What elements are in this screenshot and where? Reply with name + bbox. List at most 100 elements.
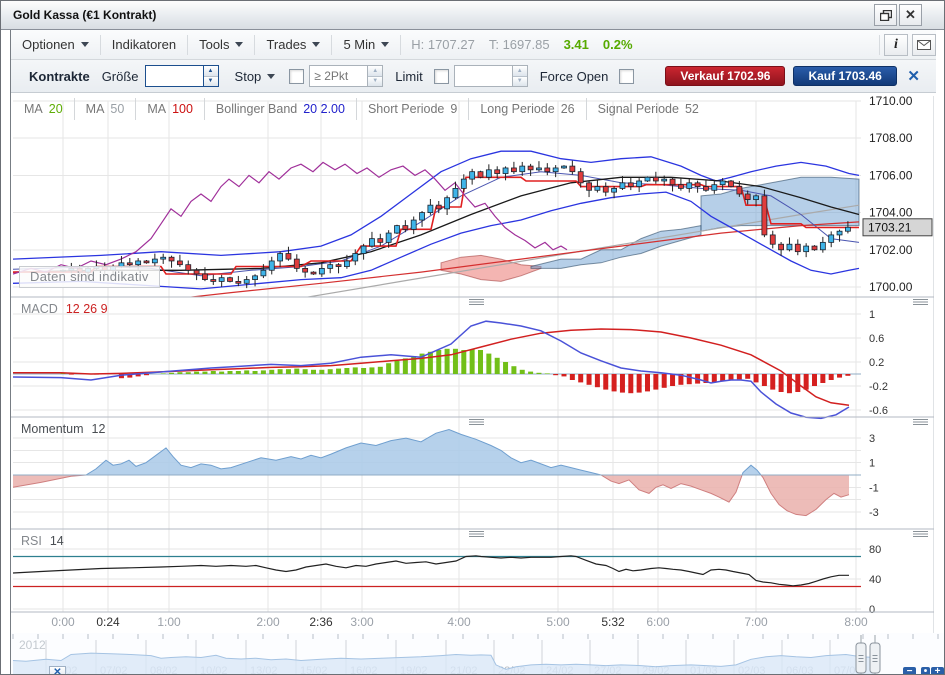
stop-stepper: ▲▼ xyxy=(309,65,383,87)
chevron-down-icon xyxy=(381,42,389,47)
info-button[interactable]: i xyxy=(884,34,908,56)
window-title: Gold Kassa (€1 Kontrakt) xyxy=(1,8,156,22)
svg-text:-1: -1 xyxy=(869,482,879,494)
mail-button[interactable] xyxy=(912,34,936,56)
chevron-down-icon xyxy=(312,42,320,47)
spinner-up-icon[interactable]: ▲ xyxy=(513,66,527,77)
groesse-input[interactable] xyxy=(145,65,203,87)
groesse-stepper: ▲▼ xyxy=(145,65,219,87)
close-order-bar-icon[interactable]: ✕ xyxy=(907,67,920,85)
svg-text:1: 1 xyxy=(869,458,875,470)
time-range-navigator: 06/0207/0208/0210/0213/0215/0216/0219/02… xyxy=(11,633,945,675)
svg-text:0:00: 0:00 xyxy=(51,615,75,629)
menu-indikatoren[interactable]: Indikatoren xyxy=(101,30,187,59)
legend-ma20[interactable]: MA20 xyxy=(13,98,75,120)
app-window: Gold Kassa (€1 Kontrakt) ✕ Optionen Indi… xyxy=(0,0,945,675)
svg-text:6:00: 6:00 xyxy=(646,615,670,629)
limit-input[interactable] xyxy=(454,65,512,87)
legend-signal-periode[interactable]: Signal Periode52 xyxy=(587,98,710,120)
stop-spinner[interactable]: ▲▼ xyxy=(367,65,383,87)
svg-text:-0.2: -0.2 xyxy=(869,381,888,393)
svg-text:40: 40 xyxy=(869,574,881,586)
limit-spinner[interactable]: ▲▼ xyxy=(512,65,528,87)
chart-toolbar: Optionen Indikatoren Tools Trades 5 Min … xyxy=(11,30,936,60)
stop-checkbox[interactable] xyxy=(289,69,304,84)
spinner-up-icon[interactable]: ▲ xyxy=(204,66,218,77)
spinner-up-icon[interactable]: ▲ xyxy=(368,66,382,77)
kontrakte-label: Kontrakte xyxy=(29,69,90,84)
svg-text:4:00: 4:00 xyxy=(447,615,471,629)
stop-input[interactable] xyxy=(309,65,367,87)
svg-text:1704.00: 1704.00 xyxy=(869,206,913,220)
legend-ma50[interactable]: MA50 xyxy=(75,98,137,120)
legend-ma100[interactable]: MA100 xyxy=(136,98,205,120)
legend-short-periode[interactable]: Short Periode9 xyxy=(357,98,469,120)
navigator-year-label: 2012 xyxy=(19,638,46,652)
momentum-panel-label[interactable]: Momentum12 xyxy=(21,422,105,436)
svg-text:1700.00: 1700.00 xyxy=(869,280,913,294)
svg-text:5:00: 5:00 xyxy=(546,615,570,629)
svg-text:1:00: 1:00 xyxy=(157,615,181,629)
info-icon: i xyxy=(894,37,898,53)
quote-change-pct: 0.2% xyxy=(603,37,633,52)
menu-optionen[interactable]: Optionen xyxy=(11,30,100,59)
menu-timeframe[interactable]: 5 Min xyxy=(332,30,400,59)
svg-text:3: 3 xyxy=(869,433,875,445)
close-icon: ✕ xyxy=(905,7,916,23)
svg-text:3:00: 3:00 xyxy=(350,615,374,629)
svg-text:-0.6: -0.6 xyxy=(869,405,888,417)
limit-stepper: ▲▼ xyxy=(454,65,528,87)
zoom-out-button[interactable]: − xyxy=(903,667,916,675)
rsi-panel-label[interactable]: RSI14 xyxy=(21,534,64,548)
navigator-canvas[interactable]: 06/0207/0208/0210/0213/0215/0216/0219/02… xyxy=(11,633,945,675)
svg-text:0.6: 0.6 xyxy=(869,333,884,345)
navigator-close-button[interactable]: ✕ xyxy=(49,666,66,675)
limit-checkbox[interactable] xyxy=(434,69,449,84)
toolbar-right-buttons: i xyxy=(879,30,936,59)
zoom-reset-button[interactable]: • xyxy=(921,667,930,675)
force-open-label: Force Open xyxy=(540,69,609,84)
restore-window-button[interactable] xyxy=(874,4,897,26)
spinner-down-icon[interactable]: ▼ xyxy=(204,77,218,87)
buy-button[interactable]: Kauf 1703.46 xyxy=(793,66,896,86)
limit-label: Limit xyxy=(395,69,422,84)
menu-trades[interactable]: Trades xyxy=(255,30,331,59)
svg-text:0:24: 0:24 xyxy=(96,615,120,629)
svg-text:1706.00: 1706.00 xyxy=(869,168,913,182)
svg-text:5:32: 5:32 xyxy=(601,615,625,629)
groesse-spinner[interactable]: ▲▼ xyxy=(203,65,219,87)
main-chart-canvas[interactable]: 1710.00 1708.00 1706.00 1704.00 1702.00 1700.… xyxy=(11,96,934,633)
svg-text:2:36: 2:36 xyxy=(309,615,333,629)
spinner-down-icon[interactable]: ▼ xyxy=(513,77,527,87)
title-bar: Gold Kassa (€1 Kontrakt) xyxy=(1,1,945,30)
quote-strip: H: 1707.27 T: 1697.85 3.41 0.2% xyxy=(411,37,632,52)
groesse-label: Größe xyxy=(102,69,139,84)
legend-bollinger[interactable]: Bollinger Band20 2.00 xyxy=(205,98,357,120)
svg-text:80: 80 xyxy=(869,544,881,556)
legend-long-periode[interactable]: Long Periode26 xyxy=(469,98,586,120)
svg-text:1703.21: 1703.21 xyxy=(868,220,912,234)
stop-chevron-icon[interactable] xyxy=(267,74,275,79)
restore-icon xyxy=(880,10,892,21)
mail-icon xyxy=(917,40,931,50)
svg-text:8:00: 8:00 xyxy=(844,615,868,629)
spinner-down-icon[interactable]: ▼ xyxy=(368,77,382,87)
macd-panel-label[interactable]: MACD12 26 9 xyxy=(21,302,108,316)
svg-text:2:00: 2:00 xyxy=(256,615,280,629)
chevron-down-icon xyxy=(81,42,89,47)
svg-text:0: 0 xyxy=(869,604,875,616)
svg-text:0.2: 0.2 xyxy=(869,357,884,369)
chart-region: 1710.00 1708.00 1706.00 1704.00 1702.00 1700.… xyxy=(11,96,934,633)
toolbar-separator xyxy=(879,35,880,55)
force-open-checkbox[interactable] xyxy=(619,69,634,84)
menu-tools[interactable]: Tools xyxy=(188,30,254,59)
toolbar-separator xyxy=(400,35,401,55)
svg-text:1708.00: 1708.00 xyxy=(869,131,913,145)
quote-high: H: 1707.27 xyxy=(411,37,475,52)
sell-button[interactable]: Verkauf 1702.96 xyxy=(665,66,785,86)
svg-text:1702.00: 1702.00 xyxy=(869,243,913,257)
order-entry-bar: Kontrakte Größe ▲▼ Stop ▲▼ Limit ▲▼ Forc… xyxy=(11,60,936,93)
zoom-in-button[interactable]: + xyxy=(931,667,944,675)
close-window-button[interactable]: ✕ xyxy=(899,4,922,26)
svg-text:1710.00: 1710.00 xyxy=(869,96,913,108)
